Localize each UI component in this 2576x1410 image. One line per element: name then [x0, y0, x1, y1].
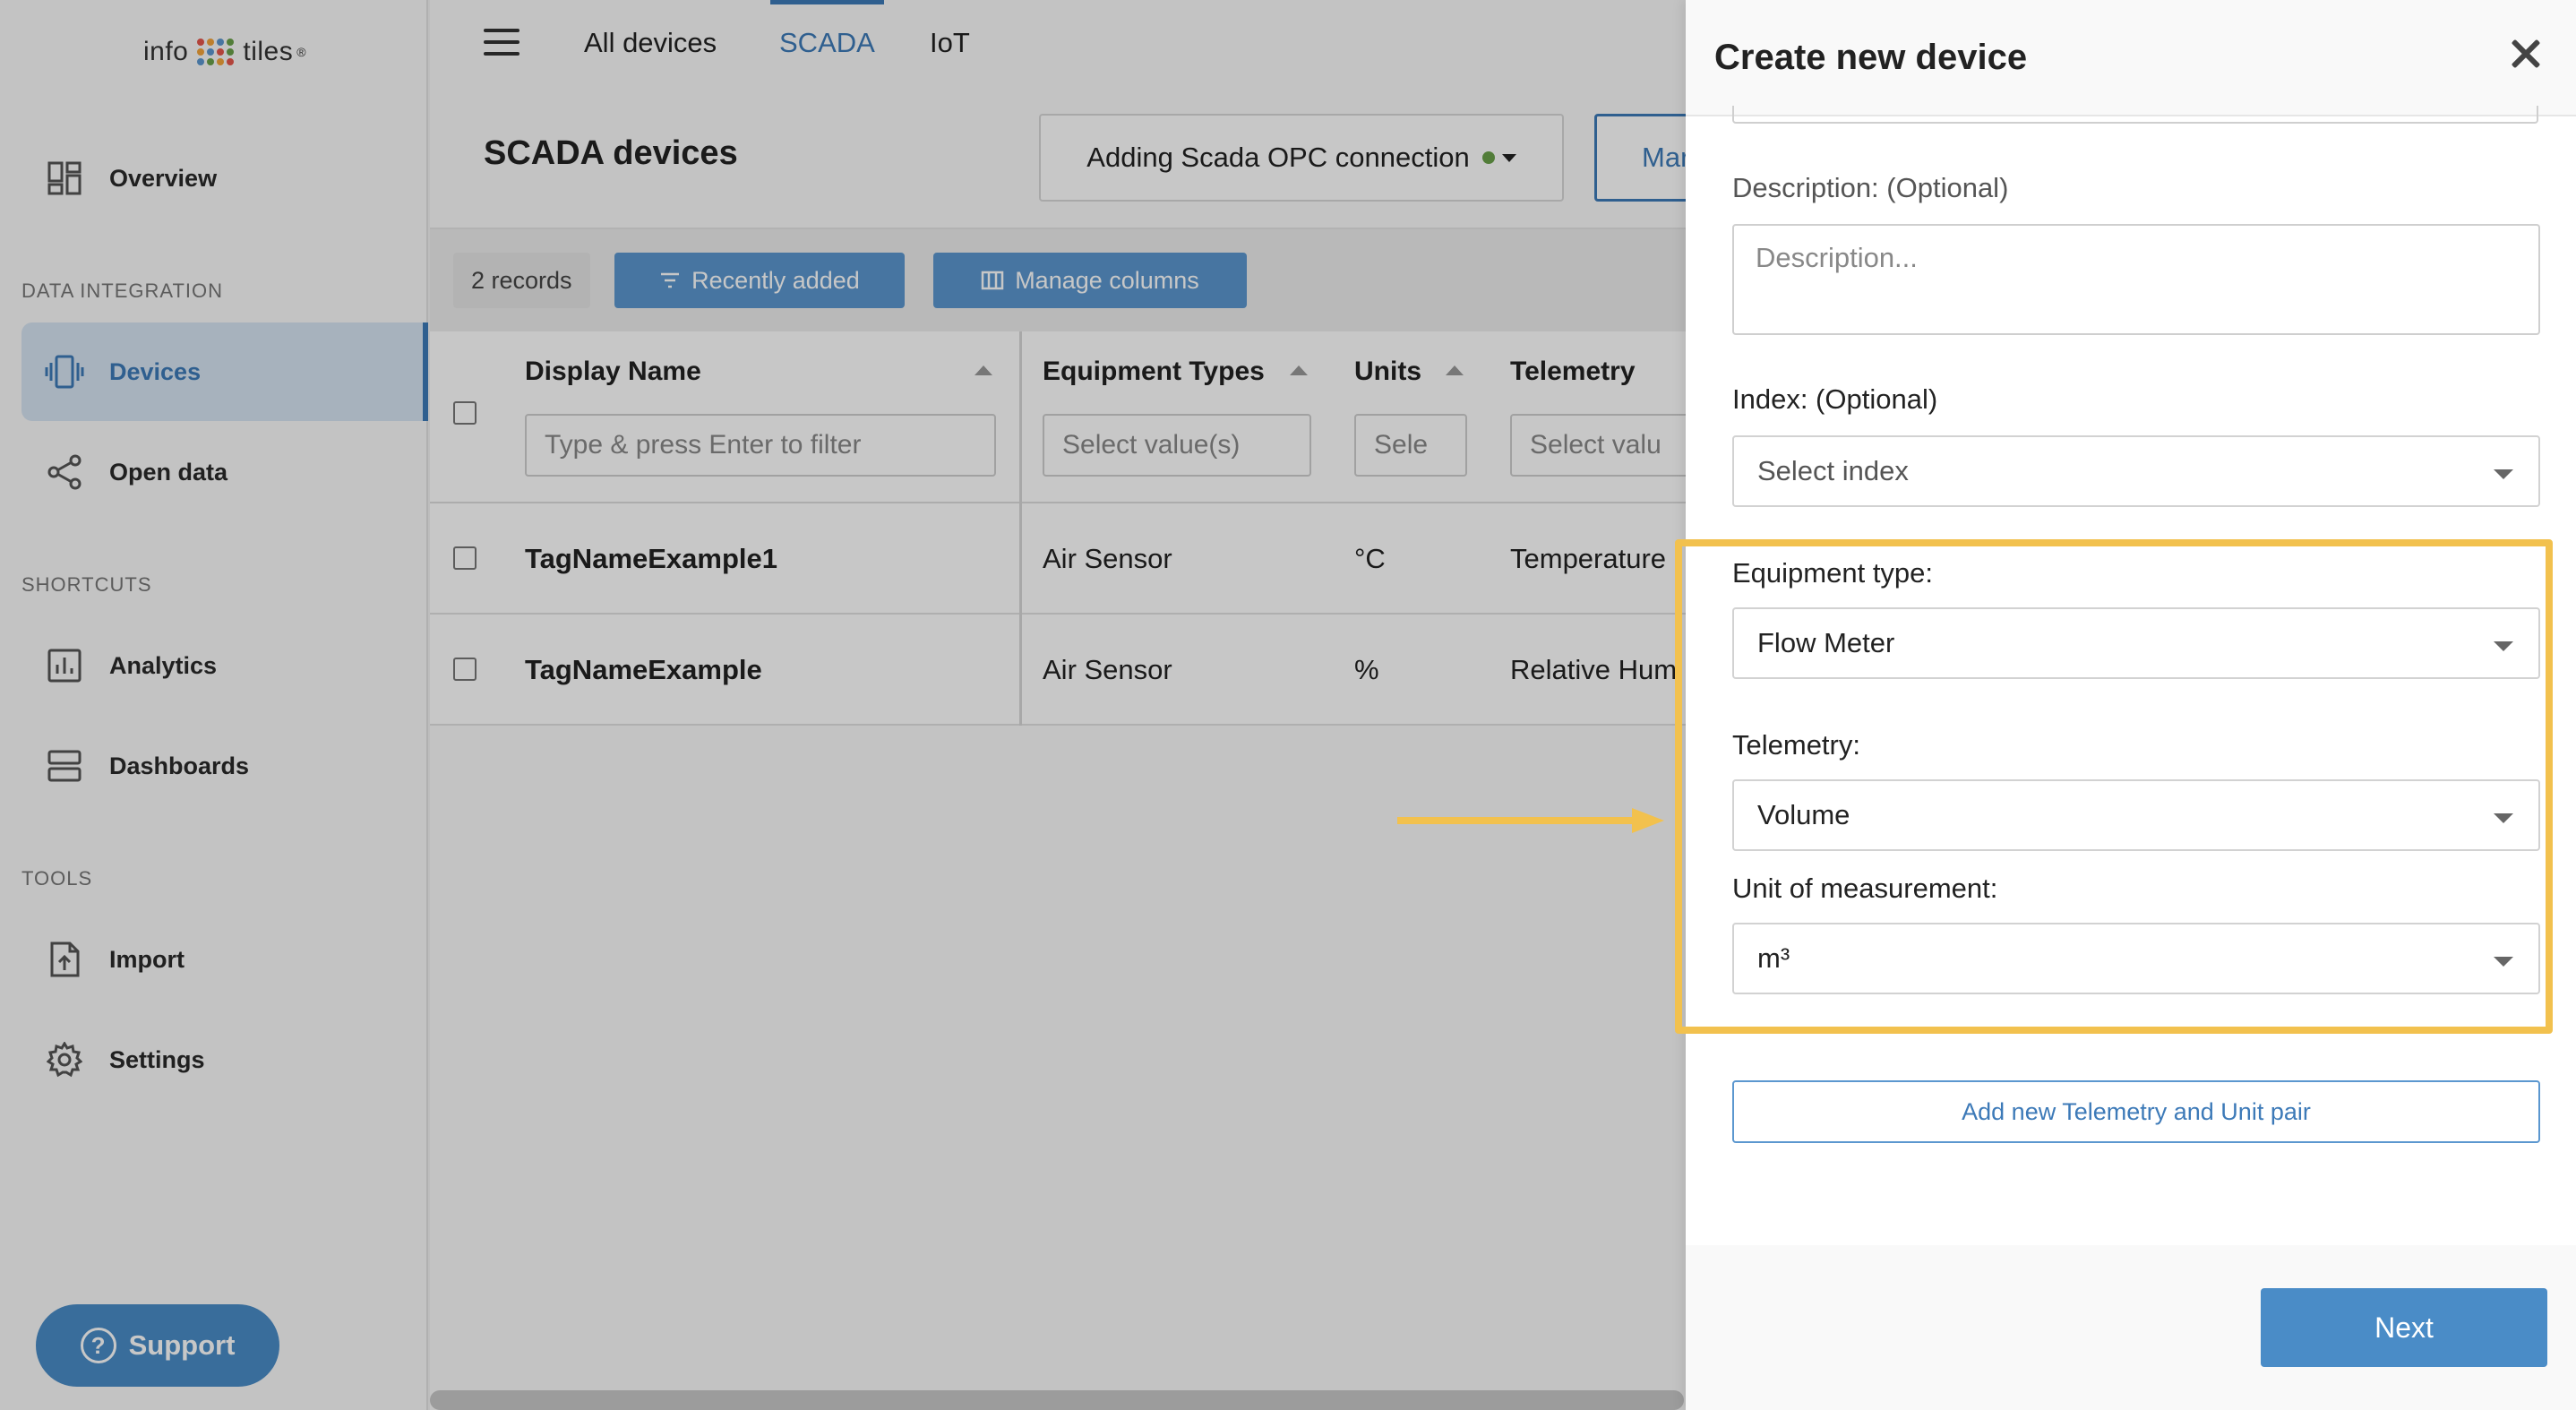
next-button[interactable]: Next — [2261, 1288, 2547, 1367]
arrow-right-icon — [1397, 808, 1664, 833]
modal-backdrop[interactable] — [0, 0, 1686, 1410]
drawer-header: Create new device — [1686, 0, 2576, 116]
drawer-title: Create new device — [1714, 38, 2028, 77]
unit-value: m³ — [1757, 942, 1790, 974]
index-label: Index: (Optional) — [1732, 383, 1938, 415]
unit-label: Unit of measurement: — [1732, 873, 1998, 904]
equipment-type-label: Equipment type: — [1732, 557, 1934, 589]
create-device-drawer: Create new device Description: (Optional… — [1686, 0, 2576, 1410]
index-select-value: Select index — [1757, 455, 1909, 486]
telemetry-select[interactable]: Volume — [1732, 779, 2540, 851]
equipment-type-value: Flow Meter — [1757, 627, 1895, 658]
unit-select[interactable]: m³ — [1732, 923, 2540, 994]
add-telemetry-unit-pair-button[interactable]: Add new Telemetry and Unit pair — [1732, 1080, 2540, 1143]
caret-down-icon — [2494, 957, 2513, 967]
drawer-footer: Next — [1686, 1245, 2576, 1410]
equipment-type-select[interactable]: Flow Meter — [1732, 607, 2540, 679]
telemetry-label: Telemetry: — [1732, 729, 1860, 761]
caret-down-icon — [2494, 469, 2513, 479]
description-label: Description: (Optional) — [1732, 172, 2009, 203]
index-select[interactable]: Select index — [1732, 435, 2540, 507]
caret-down-icon — [2494, 813, 2513, 823]
telemetry-value: Volume — [1757, 799, 1850, 830]
close-icon[interactable] — [2508, 36, 2544, 72]
description-textarea[interactable] — [1732, 224, 2540, 335]
previous-field-edge[interactable] — [1732, 106, 2538, 124]
caret-down-icon — [2494, 641, 2513, 651]
